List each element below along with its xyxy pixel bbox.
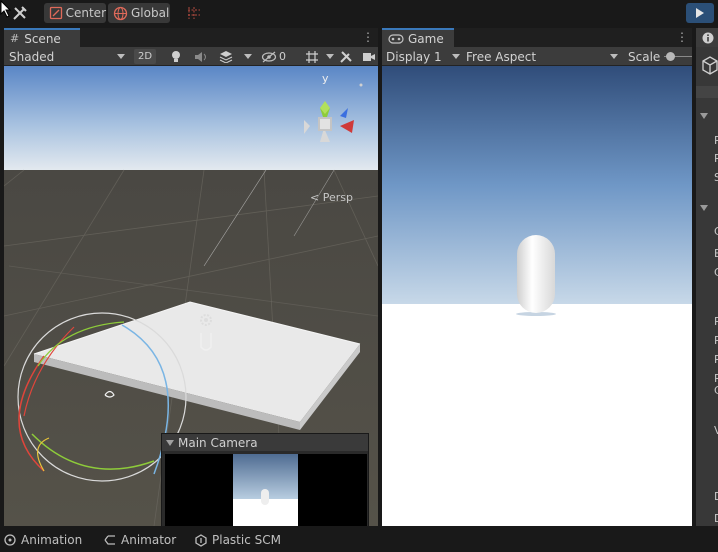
camera-icon [363,52,375,61]
pivot-rotation-button[interactable]: Global [108,3,170,23]
tab-animation[interactable]: Animation [4,532,82,548]
camera-preview-overlay: Main Camera [161,433,369,526]
layers-icon [219,51,233,63]
game-toolbar: Display 1 Free Aspect Scale [382,47,692,66]
inspector-letter: E [714,247,718,260]
camera-preview-render [165,454,367,526]
hash-icon: # [10,32,20,45]
wrench-icon [340,50,352,63]
tab-plastic-scm-label: Plastic SCM [212,533,281,547]
grid-snap-icon [188,7,200,19]
game-panel: Game ⋮ Display 1 Free Aspect Scale [382,28,692,526]
tab-scene[interactable]: # Scene [4,28,80,47]
camera-settings-button[interactable] [362,49,376,64]
inspector-letter: R [714,134,718,147]
pivot-mode-button[interactable]: Center [44,3,106,23]
camera-preview-header[interactable]: Main Camera [162,434,368,451]
globe-icon [113,6,128,20]
scale-control[interactable]: Scale [628,47,692,66]
effects-dropdown-icon[interactable] [244,54,252,59]
hidden-objects-toggle[interactable]: 0 [261,49,297,64]
grid-toggle[interactable] [301,49,323,64]
scale-label: Scale [628,49,661,64]
inspector-letter: V [714,424,718,437]
inspector-letter: C [714,225,718,238]
camera-preview-title: Main Camera [178,435,258,450]
toggle-2d-button[interactable]: 2D [134,49,156,64]
inspector-letter: C [714,384,718,397]
animation-icon [4,534,16,546]
inspector-letter: R [714,353,718,366]
display-label: Display 1 [386,49,442,64]
grid-icon [306,50,318,63]
hidden-count: 0 [279,50,286,63]
pivot-mode-label: Center [65,6,106,20]
play-button[interactable] [686,3,714,23]
inspector-panel: R R S C E C P R R R C V D D [696,28,718,526]
draw-mode-dropdown[interactable]: Shaded [9,47,127,66]
scene-tab-bar: # Scene ⋮ [4,28,378,47]
inspector-header-strip [696,86,718,98]
play-icon [696,8,704,18]
tools-icon[interactable] [10,4,32,22]
tab-scene-label: Scene [24,31,61,46]
inspector-letter: R [714,334,718,347]
scene-toolbar: Shaded 2D 0 [4,47,378,66]
tab-animator-label: Animator [121,533,177,547]
plastic-scm-icon [195,533,207,547]
chevron-down-icon[interactable] [700,204,708,212]
gameobject-cube-icon [702,56,718,75]
pivot-rotation-label: Global [131,6,170,20]
grid-dropdown-icon[interactable] [326,54,334,59]
gamepad-icon [388,33,404,44]
chevron-down-icon [610,54,618,59]
info-icon [702,32,714,44]
game-render [382,66,692,526]
aspect-label: Free Aspect [466,49,537,64]
tab-plastic-scm[interactable]: Plastic SCM [195,532,281,548]
game-menu-icon[interactable]: ⋮ [676,30,688,45]
scene-tools-button[interactable] [337,49,355,64]
chevron-down-icon [117,54,125,59]
aspect-dropdown[interactable]: Free Aspect [466,47,620,66]
lightbulb-icon [172,50,180,62]
scene-panel: # Scene ⋮ Shaded 2D 0 y < Persp Main Cam… [4,28,378,526]
eye-slash-icon [261,51,277,62]
tab-inspector[interactable] [696,28,718,47]
animator-icon [104,535,115,545]
display-dropdown[interactable]: Display 1 [386,47,460,66]
inspector-letter: R [714,152,718,165]
inspector-letter: D [714,512,718,525]
inspector-letter: P [714,315,718,328]
tab-game[interactable]: Game [382,28,454,47]
scene-viewport[interactable]: y < Persp Main Camera [4,66,378,526]
audio-toggle[interactable] [192,49,210,64]
pivot-center-icon [49,6,63,20]
gizmo-axis-y-label: y [322,72,329,85]
chevron-down-icon [452,54,460,59]
grid-snap-button[interactable] [184,3,204,23]
tab-game-label: Game [408,31,444,46]
speaker-icon [195,51,206,62]
scale-slider-thumb[interactable] [666,52,675,61]
tab-animator[interactable]: Animator [104,532,176,548]
bottom-tab-bar: Animation Animator Plastic SCM [0,528,718,552]
toggle-2d-label: 2D [137,51,153,62]
effects-toggle[interactable] [217,49,235,64]
inspector-letter: D [714,490,718,503]
projection-label[interactable]: < Persp [310,191,353,204]
inspector-letter: C [714,266,718,279]
inspector-letter: S [714,171,718,184]
draw-mode-label: Shaded [9,49,55,64]
game-tab-bar: Game ⋮ [382,28,692,47]
chevron-down-icon [166,439,174,446]
game-view[interactable] [382,66,692,526]
scene-menu-icon[interactable]: ⋮ [362,30,374,45]
tab-animation-label: Animation [21,533,83,547]
main-toolbar: Center Global [0,0,718,26]
chevron-down-icon[interactable] [700,112,708,120]
lighting-toggle[interactable] [168,49,184,64]
